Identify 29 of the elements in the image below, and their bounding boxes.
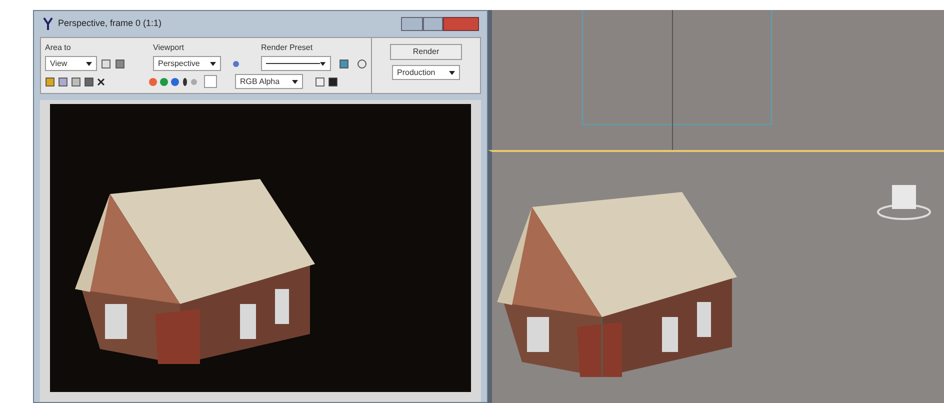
caret-icon	[449, 70, 455, 74]
area-dropdown[interactable]: View	[45, 56, 97, 71]
line-icon	[266, 63, 320, 64]
channel-toggle-icon[interactable]	[149, 78, 157, 86]
window-title: Perspective, frame 0 (1:1)	[58, 17, 162, 30]
viewport-label: Viewport	[153, 42, 185, 54]
app-icon	[42, 17, 54, 31]
mode-dropdown[interactable]: Production	[392, 65, 460, 80]
caret-icon	[86, 62, 92, 66]
render-button[interactable]: Render	[390, 44, 462, 60]
minimize-button[interactable]	[401, 17, 423, 31]
alpha-toggle-icon[interactable]	[182, 78, 188, 86]
mono-toggle-icon[interactable]	[191, 78, 197, 84]
channel-toggle-icon[interactable]	[160, 78, 168, 86]
gear-icon[interactable]	[357, 58, 367, 68]
preset-label: Render Preset	[261, 42, 314, 54]
maximize-button[interactable]	[423, 17, 443, 31]
area-label: Area to	[45, 42, 72, 54]
channel-toggle-icon[interactable]	[171, 78, 179, 86]
caret-icon	[320, 62, 326, 66]
caret-icon	[292, 80, 298, 84]
channel-dropdown[interactable]: RGB Alpha	[235, 74, 303, 89]
color-swatch[interactable]	[204, 75, 217, 88]
clear-icon[interactable]	[97, 78, 105, 86]
save-icon[interactable]	[45, 76, 55, 86]
viewport-dropdown[interactable]: Perspective	[153, 56, 221, 71]
preset-dropdown[interactable]	[261, 56, 331, 71]
pin-icon[interactable]	[233, 60, 239, 66]
caret-icon	[210, 62, 216, 66]
